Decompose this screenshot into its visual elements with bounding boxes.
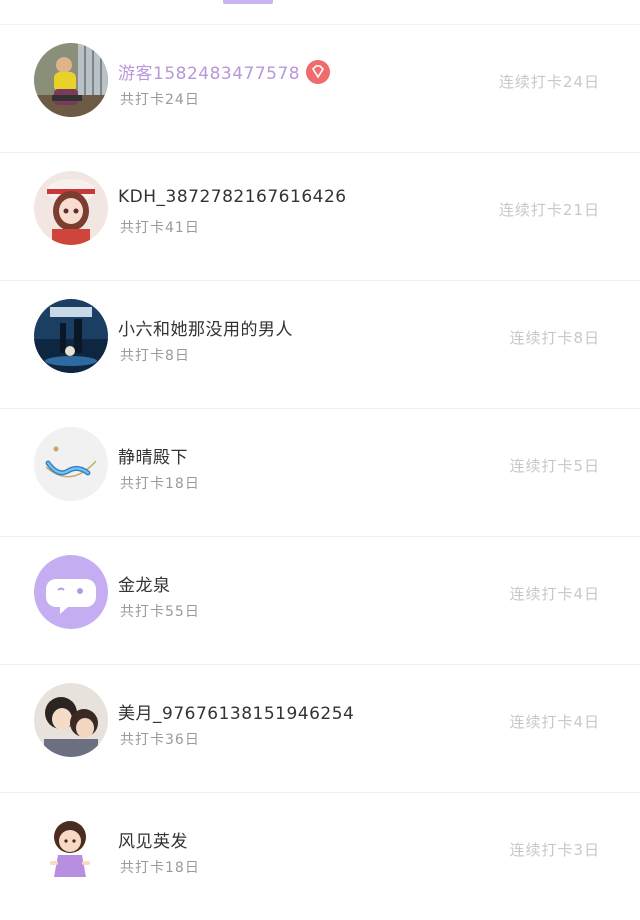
total-checkin: 共打卡24日 — [120, 92, 200, 108]
streak-checkin: 连续打卡3日 — [509, 841, 600, 859]
total-checkin: 共打卡8日 — [120, 348, 190, 364]
streak-checkin: 连续打卡21日 — [498, 201, 600, 219]
cartoon-girl-icon[interactable] — [34, 811, 108, 885]
list-item[interactable]: 游客1582483477578 共打卡24日 连续打卡24日 — [0, 24, 640, 152]
chat-bubble-icon[interactable] — [34, 555, 108, 629]
user-name[interactable]: 游客1582483477578 — [118, 59, 331, 86]
user-name[interactable]: 静晴殿下 — [118, 443, 188, 468]
streak-checkin: 连续打卡5日 — [509, 457, 600, 475]
total-checkin: 共打卡55日 — [120, 604, 200, 620]
streak-checkin: 连续打卡4日 — [509, 585, 600, 603]
anime-girl-icon[interactable] — [34, 171, 108, 245]
list-item[interactable]: KDH_3872782167616426 共打卡41日 连续打卡21日 — [0, 152, 640, 280]
checkin-ranking-list: 游客1582483477578 共打卡24日 连续打卡24日 KDH_38727… — [0, 24, 640, 920]
diamond-icon — [306, 60, 331, 84]
total-checkin: 共打卡41日 — [120, 220, 200, 236]
list-item[interactable]: 金龙泉 共打卡55日 连续打卡4日 — [0, 536, 640, 664]
game-poster-icon[interactable] — [34, 299, 108, 373]
user-name[interactable]: 风见英发 — [118, 827, 188, 852]
photo-child-icon[interactable] — [34, 43, 108, 117]
list-item[interactable]: 静晴殿下 共打卡18日 连续打卡5日 — [0, 408, 640, 536]
list-item[interactable]: 小六和她那没用的男人 共打卡8日 连续打卡8日 — [0, 280, 640, 408]
bracelet-icon[interactable] — [34, 427, 108, 501]
list-item[interactable]: 风见英发 共打卡18日 连续打卡3日 — [0, 792, 640, 920]
streak-checkin: 连续打卡8日 — [509, 329, 600, 347]
anime-couple-icon[interactable] — [34, 683, 108, 757]
list-item[interactable]: 美月_97676138151946254 共打卡36日 连续打卡4日 — [0, 664, 640, 792]
user-name[interactable]: 金龙泉 — [118, 571, 171, 596]
total-checkin: 共打卡36日 — [120, 732, 200, 748]
total-checkin: 共打卡18日 — [120, 476, 200, 492]
tab-indicator — [223, 0, 273, 4]
user-name[interactable]: 美月_97676138151946254 — [118, 699, 354, 724]
streak-checkin: 连续打卡4日 — [509, 713, 600, 731]
streak-checkin: 连续打卡24日 — [498, 73, 600, 91]
user-name[interactable]: 小六和她那没用的男人 — [118, 315, 293, 340]
user-name[interactable]: KDH_3872782167616426 — [118, 187, 347, 207]
total-checkin: 共打卡18日 — [120, 860, 200, 876]
